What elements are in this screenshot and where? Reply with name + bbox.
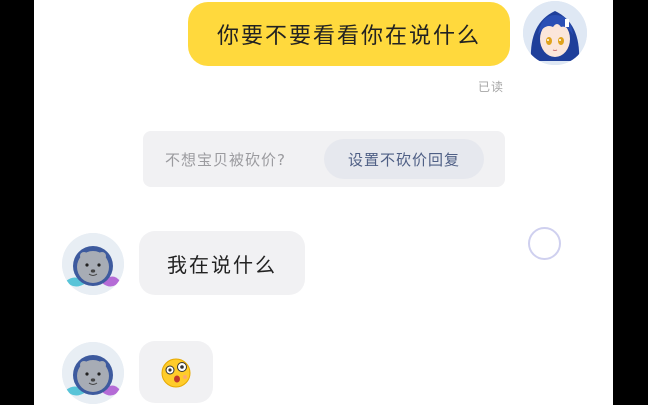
other-user-avatar-2[interactable] <box>62 342 124 404</box>
received-emoji-bubble[interactable] <box>139 341 213 403</box>
other-user-avatar[interactable] <box>62 233 124 295</box>
set-no-bargain-reply-button[interactable]: 设置不砍价回复 <box>324 139 484 179</box>
seal-avatar-image <box>62 342 124 404</box>
sent-message-text: 你要不要看看你在说什么 <box>216 24 481 49</box>
my-avatar[interactable] <box>523 1 587 65</box>
sent-message-bubble[interactable]: 你要不要看看你在说什么 <box>188 2 510 66</box>
surprised-face-icon <box>161 358 191 388</box>
message-select-checkbox[interactable] <box>528 227 561 260</box>
read-status-label: 已读 <box>478 80 505 94</box>
chat-screen: 你要不要看看你在说什么 已读 不想宝贝被砍价? 设置不砍价回复 我在说什么 <box>34 0 613 405</box>
received-message-bubble[interactable]: 我在说什么 <box>139 231 305 295</box>
seal-avatar-image <box>62 233 124 295</box>
bargain-notice-text: 不想宝贝被砍价? <box>165 151 286 169</box>
received-message-text: 我在说什么 <box>167 252 277 277</box>
anime-girl-avatar-image <box>523 1 587 65</box>
bargain-notice-banner: 不想宝贝被砍价? 设置不砍价回复 <box>143 131 505 187</box>
